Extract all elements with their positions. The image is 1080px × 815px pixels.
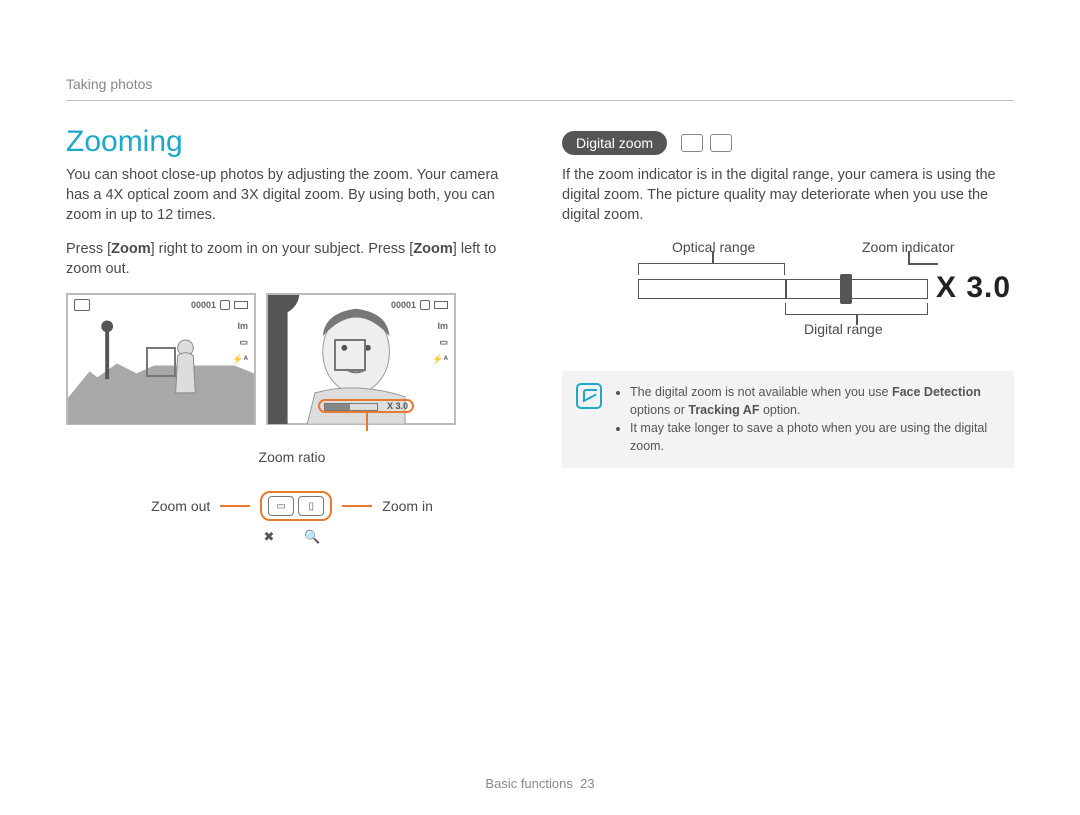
note-item: It may take longer to save a photo when … bbox=[630, 419, 1000, 455]
bold-term: Face Detection bbox=[892, 385, 981, 399]
example-screen-zoomed: 00001 Im ▭ ⚡ᴬ bbox=[266, 293, 456, 425]
digital-range-label: Digital range bbox=[804, 321, 883, 337]
zoom-in-label: Zoom in bbox=[382, 498, 433, 514]
breadcrumb: Taking photos bbox=[66, 76, 1014, 101]
zoom-out-symbol: ✖ bbox=[263, 529, 274, 545]
page-footer: Basic functions 23 bbox=[0, 776, 1080, 791]
zoom-out-label: Zoom out bbox=[151, 498, 210, 514]
text-fragment: The digital zoom is not available when y… bbox=[630, 385, 892, 399]
zoom-keyword: Zoom bbox=[111, 241, 150, 257]
zoom-bar-value: X 3.0 bbox=[387, 401, 408, 411]
intro-text: You can shoot close-up photos by adjusti… bbox=[66, 165, 518, 225]
section-heading: Zooming bbox=[66, 125, 518, 159]
focus-box bbox=[146, 347, 176, 377]
digital-zoom-desc: If the zoom indicator is in the digital … bbox=[562, 165, 1014, 225]
zoom-ratio-caption: Zoom ratio bbox=[66, 449, 518, 465]
range-divider bbox=[785, 279, 787, 299]
example-screens: 00001 Im ▭ ⚡ᴬ bbox=[66, 293, 518, 425]
example-screen-wide: 00001 Im ▭ ⚡ᴬ bbox=[66, 293, 256, 425]
text-fragment: ] right to zoom in on your subject. Pres… bbox=[151, 241, 414, 257]
bracket-digital bbox=[785, 303, 928, 315]
lead-line bbox=[908, 251, 910, 263]
zoom-value: X 3.0 bbox=[936, 271, 1011, 305]
note-icon bbox=[576, 383, 602, 409]
zoom-out-button-icon: ▭ bbox=[268, 496, 294, 516]
bold-term: Tracking AF bbox=[688, 403, 759, 417]
left-column: Zooming You can shoot close-up photos by… bbox=[66, 125, 518, 545]
focus-box bbox=[334, 339, 366, 371]
press-instruction: Press [Zoom] right to zoom in on your su… bbox=[66, 239, 518, 279]
note-list: The digital zoom is not available when y… bbox=[614, 383, 1000, 456]
lead-line bbox=[342, 505, 372, 507]
lead-line bbox=[712, 251, 714, 263]
digital-zoom-pill: Digital zoom bbox=[562, 131, 667, 155]
zoom-control-diagram: Zoom out ▭ ▯ Zoom in bbox=[66, 491, 518, 521]
zoom-symbols: ✖ 🔍 bbox=[66, 529, 518, 545]
footer-page-number: 23 bbox=[580, 776, 594, 791]
note-box: The digital zoom is not available when y… bbox=[562, 371, 1014, 468]
zoom-track bbox=[638, 279, 928, 299]
bracket-optical bbox=[638, 263, 785, 275]
footer-section: Basic functions bbox=[485, 776, 572, 791]
text-fragment: Press [ bbox=[66, 241, 111, 257]
text-fragment: option. bbox=[759, 403, 800, 417]
zoom-in-button-icon: ▯ bbox=[298, 496, 324, 516]
zoom-indicator-knob bbox=[840, 274, 852, 304]
zoom-range-diagram: Optical range Zoom indicator X 3.0 Digit… bbox=[562, 239, 1014, 349]
scene-mode-icon bbox=[710, 134, 732, 152]
zoom-rocker: ▭ ▯ bbox=[260, 491, 332, 521]
camera-mode-icon bbox=[681, 134, 703, 152]
text-fragment: options or bbox=[630, 403, 688, 417]
zoom-keyword: Zoom bbox=[413, 241, 452, 257]
right-column: Digital zoom If the zoom indicator is in… bbox=[562, 125, 1014, 545]
optical-range-label: Optical range bbox=[672, 239, 755, 255]
zoom-in-symbol: 🔍 bbox=[304, 529, 320, 545]
note-item: The digital zoom is not available when y… bbox=[630, 383, 1000, 419]
lead-line bbox=[220, 505, 250, 507]
zoom-bar-highlight: X 3.0 bbox=[318, 399, 414, 413]
